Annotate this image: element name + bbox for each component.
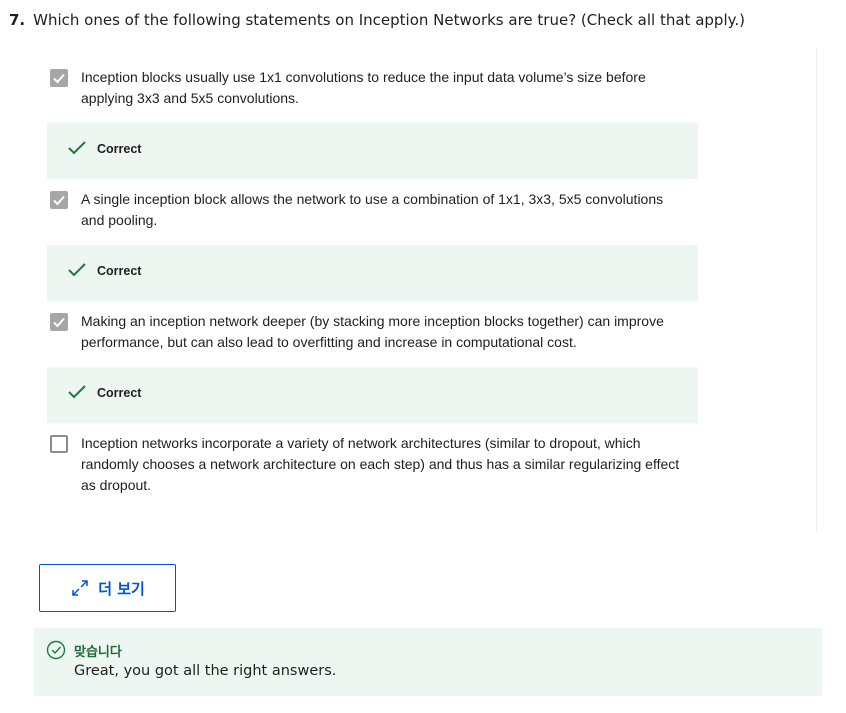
check-icon xyxy=(68,385,86,399)
result-title: 맞습니다 xyxy=(74,645,122,660)
show-more-label: 더 보기 xyxy=(98,579,145,598)
option-text: Inception blocks usually use 1x1 convolu… xyxy=(81,69,646,106)
right-divider xyxy=(816,48,817,532)
feedback-label: Correct xyxy=(97,264,142,278)
checkbox-unchecked[interactable] xyxy=(50,435,68,453)
result-banner: 맞습니다 Great, you got all the right answer… xyxy=(34,628,822,696)
question-number: 7. xyxy=(9,11,26,29)
option-text: Inception networks incorporate a variety… xyxy=(81,435,680,493)
feedback-label: Correct xyxy=(97,386,142,400)
checkbox-checked[interactable] xyxy=(50,313,68,331)
checkmark-icon xyxy=(53,73,65,84)
option-3[interactable]: Making an inception network deeper (by s… xyxy=(47,311,687,355)
feedback-correct: Correct xyxy=(47,245,698,301)
question-prompt: 7. Which ones of the following statements… xyxy=(9,9,745,31)
feedback-correct: Correct xyxy=(47,367,698,423)
expand-icon xyxy=(72,580,88,596)
check-circle-icon xyxy=(46,640,66,660)
check-icon xyxy=(68,141,86,155)
checkbox-checked[interactable] xyxy=(50,69,68,87)
checkmark-icon xyxy=(53,317,65,328)
result-message: Great, you got all the right answers. xyxy=(74,663,337,679)
show-more-button[interactable]: 더 보기 xyxy=(39,564,176,612)
option-text: Making an inception network deeper (by s… xyxy=(81,313,664,350)
option-4[interactable]: Inception networks incorporate a variety… xyxy=(47,433,687,497)
checkbox-checked[interactable] xyxy=(50,191,68,209)
option-2[interactable]: A single inception block allows the netw… xyxy=(47,189,687,233)
option-text: A single inception block allows the netw… xyxy=(81,191,664,228)
question-text: Which ones of the following statements o… xyxy=(33,11,745,29)
feedback-label: Correct xyxy=(97,142,142,156)
check-icon xyxy=(68,263,86,277)
checkmark-icon xyxy=(53,195,65,206)
feedback-correct: Correct xyxy=(47,123,698,179)
option-1[interactable]: Inception blocks usually use 1x1 convolu… xyxy=(47,67,687,111)
